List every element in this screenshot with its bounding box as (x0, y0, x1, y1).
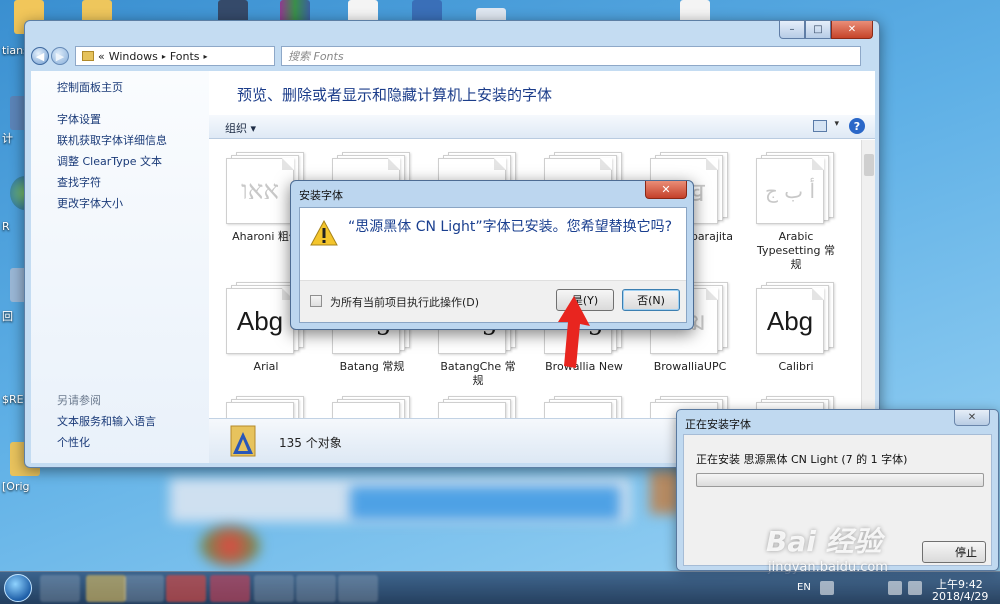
maximize-button[interactable]: □ (805, 21, 831, 39)
taskbar-app[interactable] (210, 575, 250, 602)
font-glyph: أ ب ج (764, 179, 815, 203)
apply-to-all-checkbox[interactable] (310, 295, 322, 307)
back-button[interactable]: ◀ (31, 47, 49, 65)
font-label: Arabic Typesetting 常规 (757, 230, 835, 271)
breadcrumb-windows[interactable]: Windows (109, 50, 158, 63)
fonts-folder-icon (230, 425, 256, 457)
item-count: 135 个对象 (279, 436, 342, 450)
nav-link-change-font-size[interactable]: 更改字体大小 (57, 195, 123, 211)
font-preview (438, 396, 518, 418)
progress-status: 正在安装 思源黑体 CN Light (7 的 1 字体) (696, 453, 908, 466)
taskbar-app[interactable] (254, 575, 294, 602)
font-tile-hidden[interactable] (435, 396, 521, 418)
dialog-title: 安装字体 (299, 189, 343, 202)
language-indicator[interactable]: EN (797, 582, 811, 593)
task-pane: 控制面板主页 字体设置 联机获取字体详细信息 调整 ClearType 文本 查… (31, 71, 209, 463)
background-blur (350, 486, 620, 520)
font-label: Batang 常规 (339, 360, 405, 373)
warning-icon (310, 220, 338, 246)
taskbar-app[interactable] (296, 575, 336, 602)
tray-icon[interactable] (820, 581, 834, 595)
font-tile-arabic-typesetting[interactable]: أ ب ج Arabic Typesetting 常规 (753, 152, 839, 272)
folder-icon (82, 51, 94, 61)
progress-window-title: 正在安装字体 (685, 418, 751, 431)
taskbar: EN 上午9:42 2018/4/29 (0, 571, 1000, 604)
nav-link-font-info-online[interactable]: 联机获取字体详细信息 (57, 132, 167, 148)
page-title: 预览、删除或者显示和隐藏计算机上安装的字体 (237, 86, 553, 104)
taskbar-app[interactable] (40, 575, 80, 602)
taskbar-app[interactable] (86, 575, 126, 602)
nav-link-text-services[interactable]: 文本服务和输入语言 (57, 413, 156, 429)
help-icon[interactable]: ? (849, 118, 865, 134)
desktop-label: 计 (2, 132, 13, 145)
nav-link-personalization[interactable]: 个性化 (57, 434, 90, 450)
see-also-header: 另请参阅 (57, 394, 101, 407)
taskbar-app[interactable] (338, 575, 378, 602)
font-preview: Abg (756, 282, 836, 354)
font-glyph: אאו (241, 176, 279, 206)
nav-link-cleartype[interactable]: 调整 ClearType 文本 (57, 153, 162, 169)
start-button[interactable] (4, 574, 32, 602)
progress-close-button[interactable]: ✕ (954, 410, 990, 426)
clock-date[interactable]: 2018/4/29 (932, 590, 988, 603)
breadcrumb-fonts[interactable]: Fonts (170, 50, 200, 63)
font-label: Calibri (778, 360, 814, 373)
font-tile-calibri[interactable]: Abg Calibri (753, 282, 839, 374)
close-button[interactable]: ✕ (831, 21, 873, 39)
breadcrumb-chevron[interactable]: ▸ (162, 52, 166, 61)
font-preview (544, 396, 624, 418)
red-arrow-annotation (558, 296, 590, 368)
background-blur (200, 526, 260, 566)
font-preview: أ ب ج (756, 152, 836, 224)
command-bar: 组织 ▾ ▾ ? (209, 115, 875, 139)
install-font-dialog: 安装字体 ✕ “思源黑体 CN Light”字体已安装。您希望替换它吗? 为所有… (290, 180, 694, 330)
nav-link-control-panel-home[interactable]: 控制面板主页 (57, 79, 123, 95)
dialog-close-button[interactable]: ✕ (645, 181, 687, 199)
window-caption-buttons: – □ ✕ (779, 21, 873, 39)
font-preview (332, 396, 412, 418)
font-tile-hidden[interactable] (329, 396, 415, 418)
search-input[interactable]: 搜索 Fonts (281, 46, 861, 66)
font-tile-hidden[interactable] (223, 396, 309, 418)
address-bar[interactable]: « Windows ▸ Fonts ▸ (75, 46, 275, 66)
desktop-label: 回 (2, 310, 13, 323)
no-button[interactable]: 否(N) (622, 289, 680, 311)
volume-icon[interactable] (908, 581, 922, 595)
apply-to-all-label[interactable]: 为所有当前项目执行此操作(D) (330, 294, 479, 310)
font-preview (226, 396, 306, 418)
font-label: Arial (253, 360, 279, 373)
font-glyph: Abg (236, 305, 284, 336)
breadcrumb-chevron[interactable]: ▸ (204, 52, 208, 61)
taskbar-app[interactable] (124, 575, 164, 602)
dialog-message: “思源黑体 CN Light”字体已安装。您希望替换它吗? (348, 219, 673, 235)
progress-bar (696, 473, 984, 487)
navigation-bar: ◀ ▶ « Windows ▸ Fonts ▸ 搜索 Fonts (31, 45, 873, 69)
stop-button[interactable]: 停止 (922, 541, 986, 563)
baidu-watermark: Bai 经验 (766, 525, 882, 558)
font-label: BatangChe 常规 (440, 360, 516, 387)
desktop-label: R (2, 220, 10, 233)
font-tile-hidden[interactable] (541, 396, 627, 418)
taskbar-app[interactable] (166, 575, 206, 602)
nav-link-find-character[interactable]: 查找字符 (57, 174, 101, 190)
desktop-label: [Orig (2, 480, 30, 493)
network-icon[interactable] (888, 581, 902, 595)
nav-link-font-settings[interactable]: 字体设置 (57, 111, 101, 127)
chevron-down-icon[interactable]: ▾ (834, 119, 839, 129)
minimize-button[interactable]: – (779, 21, 805, 39)
scrollbar-thumb[interactable] (864, 154, 874, 176)
forward-button[interactable]: ▶ (51, 47, 69, 65)
organize-menu[interactable]: 组织 ▾ (225, 120, 256, 136)
font-label: BrowalliaUPC (653, 360, 727, 373)
dialog-body: “思源黑体 CN Light”字体已安装。您希望替换它吗? 为所有当前项目执行此… (299, 207, 687, 323)
font-glyph: Abg (766, 305, 814, 336)
vertical-scrollbar[interactable] (861, 140, 875, 418)
dialog-footer: 为所有当前项目执行此操作(D) 是(Y) 否(N) (300, 280, 686, 322)
view-icon[interactable] (813, 120, 827, 132)
breadcrumb-chevron[interactable]: « (98, 50, 105, 63)
